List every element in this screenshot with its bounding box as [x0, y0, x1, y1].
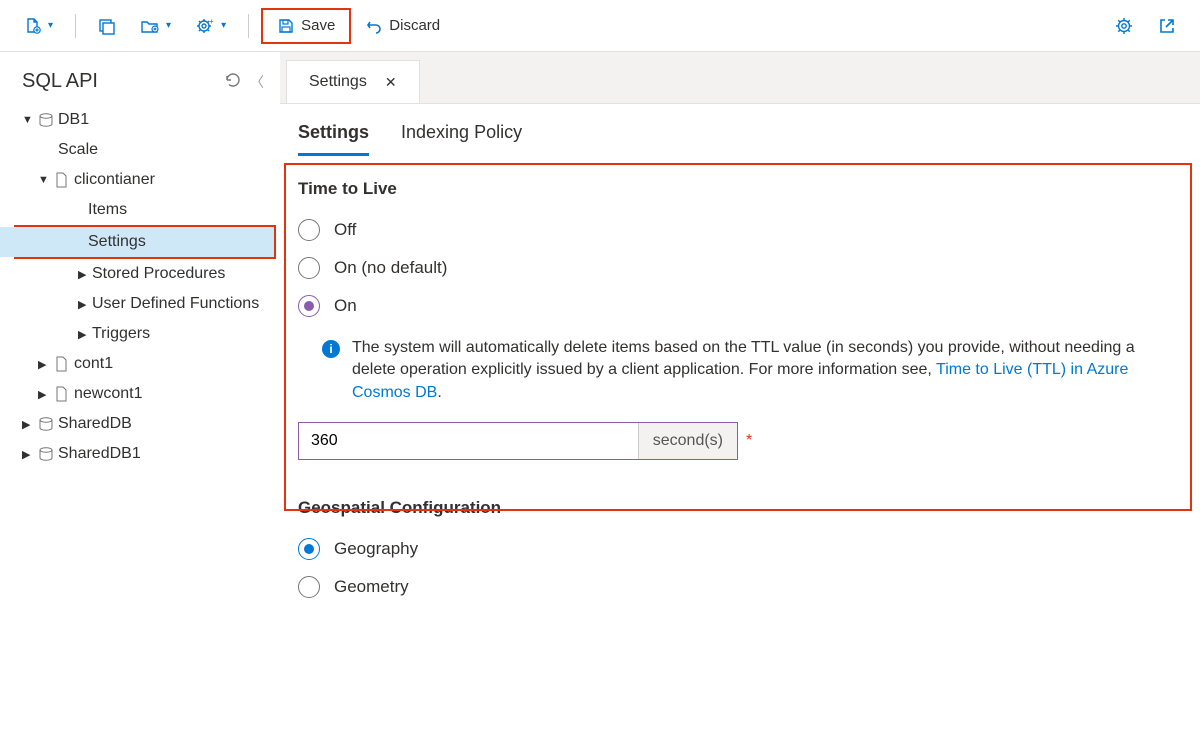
chevron-down-icon: ▾: [48, 20, 53, 31]
tab-strip: Settings ✕: [280, 52, 1200, 104]
ttl-on-radio[interactable]: On: [298, 287, 1182, 325]
open-external-button[interactable]: [1148, 11, 1186, 41]
chevron-down-icon: ▾: [166, 20, 171, 31]
tree-settings[interactable]: Settings: [0, 227, 274, 257]
required-asterisk: *: [746, 432, 752, 450]
document-icon: [52, 386, 72, 402]
separator: [248, 14, 249, 38]
settings-cog-button[interactable]: + ▾: [185, 11, 236, 41]
new-database-button[interactable]: ▾: [130, 11, 181, 41]
document-icon: [52, 356, 72, 372]
sidebar: SQL API 〈 ▼DB1 Scale ▼clicontianer Items…: [0, 52, 280, 620]
svg-text:+: +: [209, 17, 214, 26]
tree-db1[interactable]: ▼DB1: [0, 105, 280, 135]
info-icon: i: [322, 340, 340, 358]
tree-shareddb1[interactable]: ▶SharedDB1: [0, 439, 280, 469]
folder-plus-icon: [140, 17, 160, 35]
ttl-input-wrapper: second(s): [298, 422, 738, 460]
tree-container[interactable]: ▼clicontianer: [0, 165, 280, 195]
database-icon: [36, 112, 56, 128]
tree-triggers[interactable]: ▶Triggers: [0, 319, 280, 349]
ttl-off-radio[interactable]: Off: [298, 211, 1182, 249]
content: Time to Live Off On (no default) On i Th…: [280, 157, 1200, 620]
stack-icon: [98, 17, 116, 35]
sidebar-title: SQL API: [22, 70, 98, 93]
save-icon: [277, 17, 295, 35]
tree-cont1[interactable]: ▶cont1: [0, 349, 280, 379]
discard-button[interactable]: Discard: [355, 11, 450, 41]
collapse-icon[interactable]: 〈: [250, 72, 264, 92]
tree-udf[interactable]: ▶User Defined Functions: [0, 289, 280, 319]
document-icon: [52, 172, 72, 188]
tree-items[interactable]: Items: [0, 195, 280, 225]
tab-settings[interactable]: Settings ✕: [286, 60, 420, 103]
geo-title: Geospatial Configuration: [298, 498, 1182, 518]
tree-scale[interactable]: Scale: [0, 135, 280, 165]
geo-geography-radio[interactable]: Geography: [298, 530, 1182, 568]
tree: ▼DB1 Scale ▼clicontianer Items Settings …: [0, 105, 280, 469]
tree-shareddb[interactable]: ▶SharedDB: [0, 409, 280, 439]
sub-tabs: Settings Indexing Policy: [280, 104, 1200, 157]
settings-gear-button[interactable]: [1104, 10, 1144, 42]
gear-plus-icon: +: [195, 17, 215, 35]
toolbar: ▾ ▾ + ▾ Save Discard: [0, 0, 1200, 52]
discard-label: Discard: [389, 17, 440, 34]
save-button[interactable]: Save: [267, 11, 345, 41]
geo-geometry-radio[interactable]: Geometry: [298, 568, 1182, 606]
database-icon: [36, 446, 56, 462]
chevron-down-icon: ▾: [221, 20, 226, 31]
ttl-value-input[interactable]: [299, 423, 638, 459]
close-icon[interactable]: ✕: [385, 74, 397, 91]
tab-label: Settings: [309, 73, 367, 91]
new-sql-query-button[interactable]: ▾: [14, 11, 63, 41]
separator: [75, 14, 76, 38]
new-container-button[interactable]: [88, 11, 126, 41]
subtab-settings[interactable]: Settings: [298, 122, 369, 156]
document-plus-icon: [24, 17, 42, 35]
save-label: Save: [301, 17, 335, 34]
main: Settings ✕ Settings Indexing Policy Time…: [280, 52, 1200, 620]
subtab-indexing[interactable]: Indexing Policy: [401, 122, 522, 156]
ttl-suffix: second(s): [638, 423, 737, 459]
refresh-icon[interactable]: [224, 71, 242, 92]
tree-newcont1[interactable]: ▶newcont1: [0, 379, 280, 409]
external-link-icon: [1158, 17, 1176, 35]
undo-icon: [365, 17, 383, 35]
gear-icon: [1114, 16, 1134, 36]
ttl-title: Time to Live: [298, 179, 1182, 199]
ttl-info: i The system will automatically delete i…: [298, 325, 1182, 416]
ttl-on-nodefault-radio[interactable]: On (no default): [298, 249, 1182, 287]
tree-sp[interactable]: ▶Stored Procedures: [0, 259, 280, 289]
database-icon: [36, 416, 56, 432]
